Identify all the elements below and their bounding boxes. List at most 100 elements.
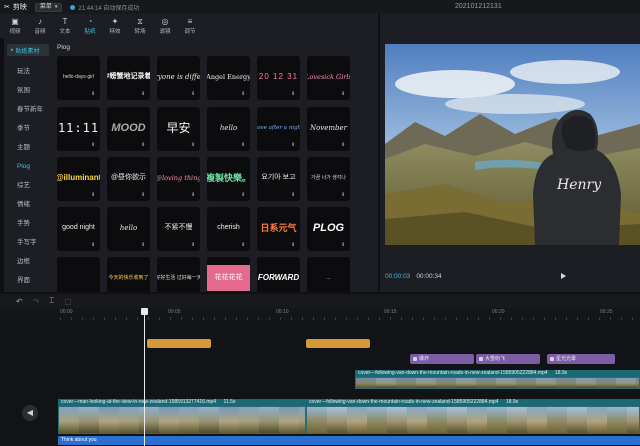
sticker-tile[interactable]: hello·days·girl ⬇ bbox=[57, 56, 100, 100]
video-clip-frames[interactable] bbox=[58, 406, 306, 434]
sidebar-item[interactable]: 情绪 bbox=[4, 195, 52, 214]
sticker-tile[interactable]: 今天的快乐收到了⬇ bbox=[107, 257, 150, 292]
download-icon[interactable]: ⬇ bbox=[341, 143, 346, 148]
download-icon[interactable]: ⬇ bbox=[191, 193, 196, 198]
video-clip-header[interactable]: cover---man-looking-at-the-view-in-new-z… bbox=[58, 399, 306, 406]
sticker-clip[interactable] bbox=[147, 339, 211, 348]
sidebar-item[interactable]: 综艺 bbox=[4, 176, 52, 195]
sidebar-item[interactable]: 氛围 bbox=[4, 81, 52, 100]
sticker-tile[interactable]: @loving thing ⬇ bbox=[157, 157, 200, 201]
download-icon[interactable]: ⬇ bbox=[291, 143, 296, 148]
download-icon[interactable]: ⬇ bbox=[291, 92, 296, 97]
download-icon[interactable]: ⬇ bbox=[141, 243, 146, 248]
tab-filter[interactable]: ◎ 滤镜 bbox=[154, 14, 176, 38]
download-icon[interactable]: ⬇ bbox=[91, 92, 96, 97]
sticker-tile[interactable]: hello ⬇ bbox=[207, 107, 250, 151]
download-icon[interactable]: ⬇ bbox=[241, 143, 246, 148]
sticker-tile[interactable]: MOOD ⬇ bbox=[107, 107, 150, 151]
download-icon[interactable]: ⬇ bbox=[241, 92, 246, 97]
sidebar-item[interactable]: 手势 bbox=[4, 214, 52, 233]
timecode: 00:00:03 00:00:34 bbox=[385, 273, 442, 280]
undo-icon[interactable]: ↶ bbox=[16, 297, 23, 306]
playhead[interactable] bbox=[144, 310, 145, 446]
play-icon[interactable] bbox=[561, 273, 566, 279]
sticker-tile[interactable]: 花花花花⬇ bbox=[207, 257, 250, 292]
tab-video[interactable]: ▣ 视频 bbox=[4, 14, 26, 38]
download-icon[interactable]: ⬇ bbox=[191, 143, 196, 148]
download-icon[interactable]: ⬇ bbox=[241, 243, 246, 248]
sticker-tile[interactable]: 11:11 ⬇ bbox=[57, 107, 100, 151]
tab-text[interactable]: T 文本 bbox=[54, 14, 76, 38]
effect-clip[interactable]: 大雪纷飞 bbox=[476, 354, 540, 364]
download-icon[interactable]: ⬇ bbox=[341, 243, 346, 248]
sticker-tile[interactable]: @illuminant ⬇ bbox=[57, 157, 100, 201]
video-clip-header[interactable]: cover---following-van-down-the-mountain-… bbox=[306, 399, 640, 406]
sidebar-item[interactable]: 界面 bbox=[4, 271, 52, 290]
sticker-tile[interactable]: PLOG ⬇ bbox=[307, 207, 350, 251]
sticker-tile[interactable]: 요기아 보고 ⬇ bbox=[257, 157, 300, 201]
delete-icon[interactable]: ▢ bbox=[64, 297, 72, 306]
video-clip-frames[interactable] bbox=[306, 406, 640, 434]
sidebar-item[interactable]: 玩法 bbox=[4, 62, 52, 81]
sticker-tile[interactable]: 好好生活 过好每一天⬇ bbox=[157, 257, 200, 292]
video-clip-frames[interactable] bbox=[355, 377, 640, 389]
sticker-tile[interactable]: good night ⬇ bbox=[57, 207, 100, 251]
download-icon[interactable]: ⬇ bbox=[141, 92, 146, 97]
download-icon[interactable]: ⬇ bbox=[341, 193, 346, 198]
sticker-tile[interactable]: hello ⬇ bbox=[107, 207, 150, 251]
tab-sticker[interactable]: ◔ 贴纸 bbox=[79, 14, 101, 38]
sticker-tile[interactable]: 早安 ⬇ bbox=[157, 107, 200, 151]
download-icon[interactable]: ⬇ bbox=[191, 243, 196, 248]
sidebar-item[interactable]: 主题 bbox=[4, 138, 52, 157]
download-icon[interactable]: ⬇ bbox=[291, 193, 296, 198]
sticker-tile[interactable]: #螃蟹地记录着 ⬇ bbox=[107, 56, 150, 100]
redo-icon[interactable]: ↷ bbox=[33, 297, 40, 306]
sidebar-item[interactable]: 边框 bbox=[4, 252, 52, 271]
download-icon[interactable]: ⬇ bbox=[291, 243, 296, 248]
video-clip-header[interactable]: cover---following-van-down-the-mountain-… bbox=[355, 370, 640, 377]
sticker-clip[interactable] bbox=[306, 339, 370, 348]
sticker-tile[interactable]: Angel Energy ⬇ bbox=[207, 56, 250, 100]
tab-audio[interactable]: ♪ 音频 bbox=[29, 14, 51, 38]
sticker-tile[interactable]: 複製快樂。 ⬇ bbox=[207, 157, 250, 201]
download-icon[interactable]: ⬇ bbox=[141, 143, 146, 148]
download-icon[interactable]: ⬇ bbox=[91, 243, 96, 248]
text-clip[interactable]: Think about you bbox=[58, 436, 640, 445]
sidebar-item[interactable]: Plog bbox=[4, 157, 52, 176]
effect-clip-label: 大雪纷飞 bbox=[485, 356, 506, 362]
sticker-tile[interactable]: November ⬇ bbox=[307, 107, 350, 151]
sidebar-item-sticker-assets[interactable]: ▸ 贴纸素材 bbox=[7, 44, 49, 56]
sticker-tile[interactable]: 日系元气 ⬇ bbox=[257, 207, 300, 251]
effect-clip[interactable]: 爆炸 bbox=[410, 354, 474, 364]
sticker-tile[interactable]: Everyone is different ⬇ bbox=[157, 56, 200, 100]
sticker-tile[interactable]: ⬇ bbox=[57, 257, 100, 292]
timeline-ruler[interactable]: 00:00 00:05 00:10 00:15 00:20 00:25 bbox=[0, 308, 640, 320]
effect-clip[interactable]: 星光光晕 bbox=[547, 354, 615, 364]
sticker-tile[interactable]: cherish ⬇ bbox=[207, 207, 250, 251]
sticker-tile[interactable]: 가끔 너가 생각나 ⬇ bbox=[307, 157, 350, 201]
sticker-tile[interactable]: Love after a night ⬇ bbox=[257, 107, 300, 151]
download-icon[interactable]: ⬇ bbox=[141, 193, 146, 198]
sidebar-item[interactable]: 春节新年 bbox=[4, 100, 52, 119]
tab-adjust[interactable]: ≡ 调节 bbox=[179, 14, 201, 38]
sticker-tile[interactable]: ...⬇ bbox=[307, 257, 350, 292]
split-icon[interactable]: ⌶ bbox=[49, 296, 54, 306]
tab-effects[interactable]: ✦ 特效 bbox=[104, 14, 126, 38]
sticker-tile[interactable]: 不紧不慢 ⬇ bbox=[157, 207, 200, 251]
download-icon[interactable]: ⬇ bbox=[91, 193, 96, 198]
sidebar-item[interactable]: 季节 bbox=[4, 119, 52, 138]
download-icon[interactable]: ⬇ bbox=[241, 193, 246, 198]
sticker-tile[interactable]: FORWARD⬇ bbox=[257, 257, 300, 292]
sticker-tile[interactable]: @昼你欲示 ⬇ bbox=[107, 157, 150, 201]
sticker-tile[interactable]: 20 12 31 ⬇ bbox=[257, 56, 300, 100]
menu-button[interactable]: 菜单 ▾ bbox=[34, 2, 63, 12]
tab-transition[interactable]: ⧖ 转场 bbox=[129, 14, 151, 38]
sidebar-item[interactable]: 手写字 bbox=[4, 233, 52, 252]
download-icon[interactable]: ⬇ bbox=[341, 92, 346, 97]
mute-track-icon[interactable]: ◀ bbox=[22, 405, 38, 421]
playhead-handle[interactable] bbox=[141, 308, 148, 315]
download-icon[interactable]: ⬇ bbox=[91, 143, 96, 148]
sticker-tile[interactable]: Lovesick Girls ⬇ bbox=[307, 56, 350, 100]
download-icon[interactable]: ⬇ bbox=[191, 92, 196, 97]
video-preview[interactable]: Henry bbox=[385, 44, 640, 245]
